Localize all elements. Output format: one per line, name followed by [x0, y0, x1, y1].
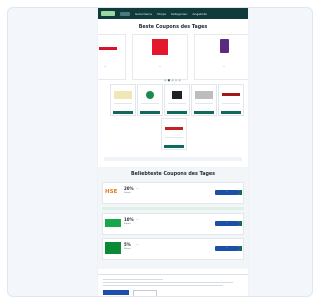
- discount-label: Rabatt: [124, 248, 131, 250]
- carousel-card[interactable]: …: [194, 34, 248, 80]
- section-title: Beliebteste Coupons des Tages: [130, 172, 216, 177]
- cookie-text-line: [103, 282, 233, 283]
- cookie-text-line: [103, 285, 223, 286]
- brand-logo: [146, 91, 154, 99]
- coupon-row[interactable]: 10% Rabatt … …: [102, 213, 244, 235]
- coupon-description: …: [136, 243, 139, 246]
- brand-logo: HSE: [105, 189, 118, 195]
- discount-label: Rabatt: [124, 192, 131, 194]
- browser-frame: Gutscheine Shops Kategorien Angebote Bes…: [7, 7, 313, 297]
- grid-card[interactable]: [218, 84, 244, 116]
- code-tab[interactable]: [239, 190, 242, 195]
- show-coupon-button[interactable]: [164, 145, 184, 148]
- card-text: …: [158, 65, 162, 68]
- brand-logo: [220, 39, 229, 53]
- carousel-dots[interactable]: ●●●●●: [98, 78, 248, 82]
- brand-logo: [222, 93, 240, 96]
- brand-logo: [195, 91, 213, 99]
- site-logo[interactable]: [101, 11, 115, 16]
- show-code-button[interactable]: …: [215, 246, 239, 251]
- grid-card[interactable]: [137, 84, 163, 116]
- carousel-card[interactable]: …: [98, 34, 126, 80]
- brand-logo: [114, 91, 132, 99]
- grid-card[interactable]: [110, 84, 136, 116]
- brand-logo: [165, 127, 183, 130]
- show-code-button[interactable]: …: [215, 190, 239, 195]
- coupon-carousel: … … … ●●●●●: [98, 34, 248, 82]
- coupon-grid: [98, 84, 248, 154]
- brand-logo: [99, 47, 117, 50]
- brand-logo: [105, 242, 121, 254]
- discount-label: Rabatt: [124, 223, 131, 225]
- cookie-settings-button[interactable]: [133, 290, 157, 296]
- nav-link[interactable]: Shops: [157, 12, 166, 16]
- show-coupon-button[interactable]: [221, 111, 241, 114]
- popular-coupons-section: Beliebteste Coupons des Tages HSE 20% Ra…: [98, 167, 248, 269]
- show-coupon-button[interactable]: [194, 111, 214, 114]
- grid-card[interactable]: [191, 84, 217, 116]
- hero-title: Beste Coupons des Tages: [138, 25, 208, 30]
- nav-link[interactable]: Gutscheine: [135, 12, 152, 16]
- verified-strip: [102, 207, 244, 210]
- card-text: …: [103, 65, 107, 68]
- info-bar: [104, 157, 242, 161]
- cookie-banner: [98, 274, 248, 296]
- coupon-description: …: [136, 218, 139, 221]
- site-logo-secondary: [120, 11, 130, 16]
- nav-link[interactable]: Kategorien: [171, 12, 187, 16]
- code-tab[interactable]: [239, 246, 242, 251]
- cookie-text-line: [103, 279, 163, 280]
- coupon-row[interactable]: 5% Rabatt … …: [102, 238, 244, 260]
- show-coupon-button[interactable]: [113, 111, 133, 114]
- show-coupon-button[interactable]: [167, 111, 187, 114]
- card-text: …: [222, 65, 226, 68]
- top-navigation: Gutscheine Shops Kategorien Angebote: [98, 8, 248, 19]
- show-coupon-button[interactable]: [140, 111, 160, 114]
- discount-value: 20%: [124, 186, 134, 191]
- brand-logo: [152, 39, 168, 55]
- coupon-row[interactable]: HSE 20% Rabatt … …: [102, 182, 244, 204]
- carousel-card[interactable]: …: [132, 34, 188, 80]
- discount-value: 5%: [124, 242, 131, 247]
- grid-card[interactable]: [161, 118, 187, 150]
- grid-card[interactable]: [164, 84, 190, 116]
- webpage: Gutscheine Shops Kategorien Angebote Bes…: [98, 8, 248, 296]
- accept-cookies-button[interactable]: [103, 290, 129, 295]
- show-code-button[interactable]: …: [215, 221, 239, 226]
- nav-link[interactable]: Angebote: [192, 12, 206, 16]
- discount-value: 10%: [124, 217, 134, 222]
- brand-logo: [105, 219, 121, 227]
- coupon-description: …: [136, 187, 139, 190]
- brand-logo: [172, 91, 182, 99]
- code-tab[interactable]: [239, 221, 242, 226]
